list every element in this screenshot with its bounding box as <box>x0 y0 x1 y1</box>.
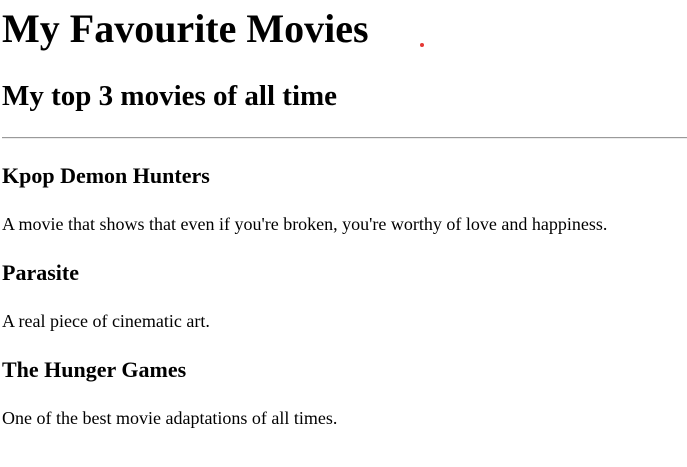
movie-title-kpop-demon-hunters: Kpop Demon Hunters <box>2 163 210 188</box>
page-subtitle: My top 3 movies of all time <box>2 80 338 112</box>
movie-title-parasite: Parasite <box>2 260 79 285</box>
movie-description-parasite: A real piece of cinematic art. <box>2 311 210 331</box>
page: My Favourite Movies My top 3 movies of a… <box>0 0 687 467</box>
movie-title-the-hunger-games: The Hunger Games <box>2 357 187 382</box>
page-title: My Favourite Movies <box>2 6 369 51</box>
horizontal-divider <box>2 137 687 139</box>
movie-description-the-hunger-games: One of the best movie adaptations of all… <box>2 408 338 428</box>
movie-description-kpop-demon-hunters: A movie that shows that even if you're b… <box>2 214 608 234</box>
cursor-dot <box>420 43 424 47</box>
